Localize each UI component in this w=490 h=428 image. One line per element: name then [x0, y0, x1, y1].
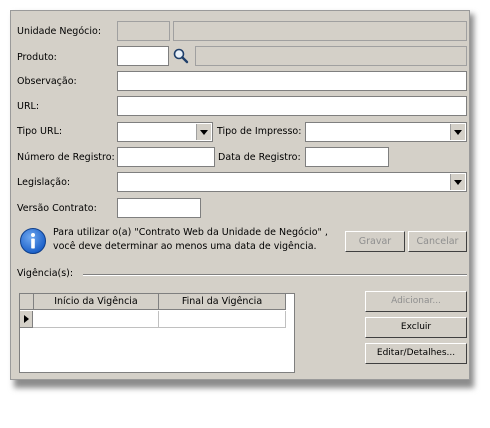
chevron-down-icon[interactable] [450, 124, 465, 140]
table-cell-final[interactable] [159, 311, 286, 328]
numero-registro-label: Número de Registro: [17, 152, 115, 163]
observacao-input[interactable] [117, 71, 467, 91]
contract-form: Unidade Negócio: Produto: Observação: UR… [10, 10, 470, 380]
chevron-down-icon[interactable] [450, 174, 465, 190]
gravar-button[interactable]: Gravar [345, 231, 405, 252]
unidade-codigo-field [117, 21, 170, 41]
adicionar-button[interactable]: Adicionar... [365, 291, 467, 312]
unidade-negocio-label: Unidade Negócio: [17, 26, 102, 37]
tipo-url-label: Tipo URL: [17, 126, 63, 137]
tipo-impresso-label: Tipo de Impresso: [217, 126, 302, 137]
data-registro-label: Data de Registro: [218, 152, 301, 163]
produto-label: Produto: [17, 52, 57, 63]
versao-contrato-input[interactable] [117, 198, 201, 218]
chevron-down-icon[interactable] [196, 124, 211, 140]
tipo-impresso-select[interactable] [305, 122, 467, 142]
info-message-line2: você deve determinar ao menos uma data d… [53, 241, 317, 252]
grid-corner [20, 294, 34, 310]
info-icon [19, 227, 47, 255]
url-input[interactable] [117, 96, 467, 116]
unidade-nome-field [173, 21, 467, 41]
column-header-final[interactable]: Final da Vigência [159, 294, 286, 310]
excluir-button[interactable]: Excluir [365, 317, 467, 338]
vigencias-label: Vigência(s): [17, 268, 74, 279]
column-header-inicio[interactable]: Início da Vigência [34, 294, 159, 310]
cancelar-button[interactable]: Cancelar [408, 231, 467, 252]
data-registro-input[interactable] [305, 147, 389, 167]
group-divider [83, 274, 467, 276]
vigencias-grid[interactable]: Início da Vigência Final da Vigência [19, 293, 295, 373]
legislacao-label: Legislação: [17, 177, 71, 188]
legislacao-select[interactable] [117, 172, 467, 192]
info-message-line1: Para utilizar o(a) "Contrato Web da Unid… [53, 227, 328, 238]
observacao-label: Observação: [17, 76, 77, 87]
search-icon[interactable] [172, 47, 190, 65]
produto-codigo-input[interactable] [117, 46, 169, 66]
url-label: URL: [17, 101, 40, 112]
numero-registro-input[interactable] [117, 147, 215, 167]
row-indicator-icon[interactable] [20, 311, 33, 328]
versao-contrato-label: Versão Contrato: [17, 203, 97, 214]
editar-detalhes-button[interactable]: Editar/Detalhes... [365, 343, 467, 364]
tipo-url-select[interactable] [117, 122, 213, 142]
table-cell-inicio[interactable] [33, 311, 159, 328]
produto-nome-field [195, 46, 467, 66]
